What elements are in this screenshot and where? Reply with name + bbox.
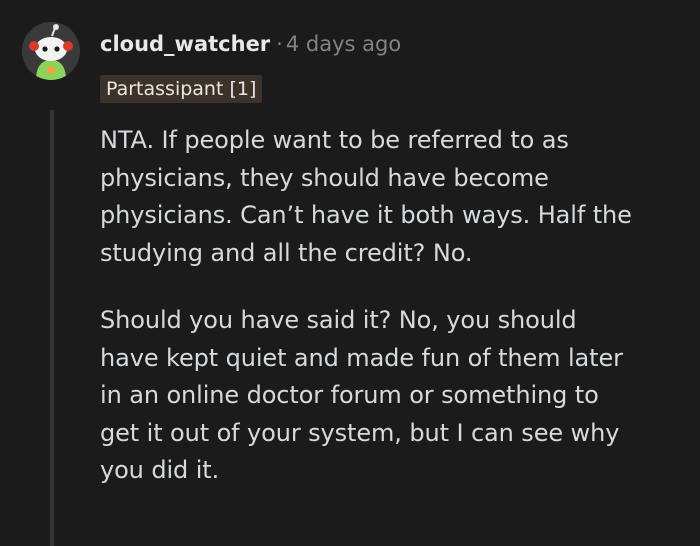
text-line: you did it. — [100, 456, 220, 484]
meta-separator: · — [276, 32, 283, 56]
comment-paragraph-2: Should you have said it? No, you should … — [100, 302, 690, 490]
text-line: Should you have said it? No, you should — [100, 306, 577, 334]
thread-collapse-line[interactable] — [50, 110, 54, 546]
text-line: studying and all the credit? No. — [100, 238, 473, 267]
snoo-avatar-icon — [22, 22, 80, 80]
comment-meta: cloud_watcher · 4 days ago — [100, 32, 401, 56]
text-line: have kept quiet and made fun of them lat… — [100, 343, 623, 372]
text-line: NTA. If people want to be referred to as — [100, 126, 569, 154]
text-line: physicians. Can’t have it both ways. Hal… — [100, 201, 632, 229]
text-line: in an online doctor forum or something t… — [100, 381, 599, 409]
timestamp-link[interactable]: 4 days ago — [286, 32, 401, 56]
text-line: physicians, they should have become — [100, 163, 549, 192]
comment-paragraph-1: NTA. If people want to be referred to as… — [100, 122, 690, 272]
comment: cloud_watcher · 4 days ago Partassipant [1… — [0, 0, 700, 546]
text-line: get it out of your system, but I can see… — [100, 418, 620, 447]
user-avatar[interactable] — [22, 22, 80, 80]
comment-body: NTA. If people want to be referred to as… — [100, 122, 690, 520]
user-flair: Partassipant [1] — [100, 75, 263, 103]
username-link[interactable]: cloud_watcher — [100, 32, 270, 56]
